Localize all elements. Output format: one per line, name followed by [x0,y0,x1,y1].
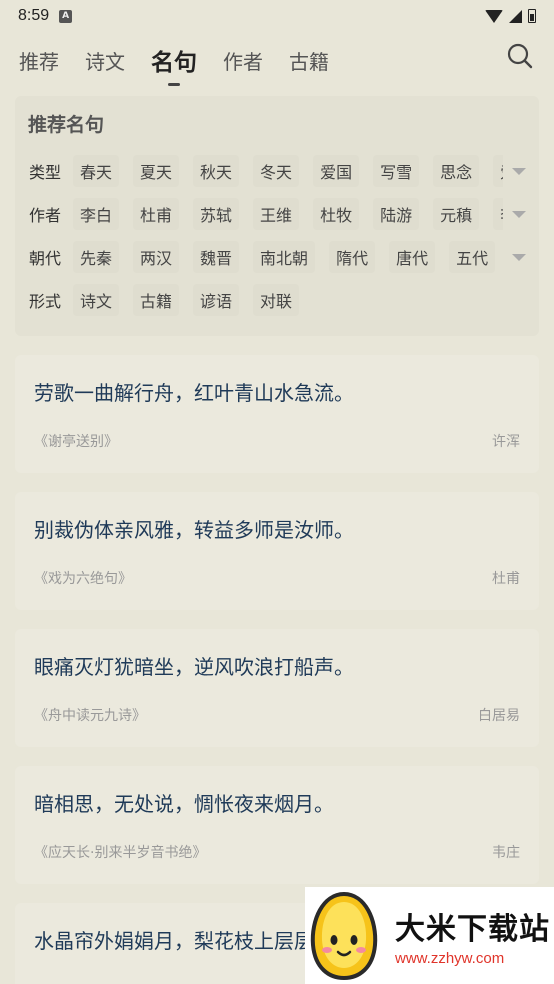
filter-chip[interactable]: 秋天 [193,155,240,187]
filter-chip[interactable]: 爱国 [313,155,360,187]
rice-mascot-logo [310,891,378,980]
quote-text: 暗相思，无处说，惆怅夜来烟月。 [34,792,334,816]
filter-chip[interactable]: 唐代 [389,241,436,273]
battery-icon [528,9,536,23]
filter-chip[interactable]: 爱 [493,155,503,187]
watermark-title: 大米下载站 [395,912,550,947]
filter-chip[interactable]: 思念 [433,155,480,187]
filter-chip[interactable]: 古籍 [133,284,180,316]
signal-icon [509,9,522,23]
tab-recommend[interactable]: 推荐 [19,46,59,75]
filter-row-type: 类型 春天 夏天 秋天 冬天 爱国 写雪 思念 爱 [15,155,539,187]
filter-chip[interactable]: 冬天 [253,155,300,187]
quote-author: 白居易 [478,708,520,724]
filter-chip[interactable]: 隋代 [329,241,376,273]
filter-chip[interactable]: 两汉 [133,241,180,273]
tab-poems[interactable]: 诗文 [85,46,125,75]
filter-chip[interactable]: 诗文 [73,284,120,316]
top-tab-bar: 推荐 诗文 名句 作者 古籍 [0,36,554,84]
quote-text: 别裁伪体亲风雅，转益多师是汝师。 [34,518,354,542]
filter-chip[interactable]: 春天 [73,155,120,187]
tab-famous-lines[interactable]: 名句 [151,43,197,77]
quote-source: 《戏为六绝句》 [34,571,132,587]
filter-chip[interactable]: 元稹 [433,198,480,230]
quote-card[interactable]: 暗相思，无处说，惆怅夜来烟月。 《应天长·别来半岁音书绝》 韦庄 [15,766,539,884]
quote-text: 劳歌一曲解行舟，红叶青山水急流。 [34,381,354,405]
filter-label: 类型 [29,163,62,182]
quote-card[interactable]: 眼痛灭灯犹暗坐，逆风吹浪打船声。 《舟中读元九诗》 白居易 [15,629,539,747]
filter-chip[interactable]: 对联 [253,284,300,316]
quote-author: 韦庄 [492,845,520,861]
filter-label: 作者 [29,206,62,225]
watermark-url: www.zzhyw.com [395,950,505,967]
expand-caret-icon[interactable] [512,168,526,175]
filter-chips: 李白 杜甫 苏轼 王维 杜牧 陆游 元稹 李 [73,198,503,230]
quote-source: 《谢亭送别》 [34,434,118,450]
watermark-overlay: 大米下载站 www.zzhyw.com [305,887,554,984]
status-icons [485,9,536,23]
filter-row-form: 形式 诗文 古籍 谚语 对联 [15,284,539,316]
quote-text: 眼痛灭灯犹暗坐，逆风吹浪打船声。 [34,655,354,679]
filter-chip[interactable]: 五代 [449,241,496,273]
filter-chip[interactable]: 李 [493,198,503,230]
tab-classics[interactable]: 古籍 [289,46,329,75]
filter-chip[interactable]: 杜甫 [133,198,180,230]
quote-card[interactable]: 别裁伪体亲风雅，转益多师是汝师。 《戏为六绝句》 杜甫 [15,492,539,610]
status-bar: 8:59 A [0,0,554,32]
filter-chips: 春天 夏天 秋天 冬天 爱国 写雪 思念 爱 [73,155,503,187]
filter-row-author: 作者 李白 杜甫 苏轼 王维 杜牧 陆游 元稹 李 [15,198,539,230]
filter-chips: 先秦 两汉 魏晋 南北朝 隋代 唐代 五代 [73,241,503,273]
filter-chip[interactable]: 写雪 [373,155,420,187]
quote-source: 《舟中读元九诗》 [34,708,146,724]
status-time: 8:59 [18,7,50,24]
quote-source: 《应天长·别来半岁音书绝》 [34,845,207,861]
filter-chip[interactable]: 谚语 [193,284,240,316]
filter-label: 朝代 [29,249,62,268]
filter-chip[interactable]: 先秦 [73,241,120,273]
quote-author: 许浑 [492,434,520,450]
search-icon[interactable] [506,42,534,70]
watermark-text: 大米下载站 www.zzhyw.com [395,904,550,967]
filter-chip[interactable]: 李白 [73,198,120,230]
filter-chip[interactable]: 陆游 [373,198,420,230]
filter-chip[interactable]: 王维 [253,198,300,230]
filter-panel: 推荐名句 类型 春天 夏天 秋天 冬天 爱国 写雪 思念 爱 作者 李白 杜甫 … [15,96,539,336]
notification-badge-icon: A [59,9,73,23]
filter-chip[interactable]: 夏天 [133,155,180,187]
filter-chip[interactable]: 魏晋 [193,241,240,273]
quote-card[interactable]: 劳歌一曲解行舟，红叶青山水急流。 《谢亭送别》 许浑 [15,355,539,473]
tab-authors[interactable]: 作者 [223,46,263,75]
filter-label: 形式 [29,292,62,311]
expand-caret-icon[interactable] [512,254,526,261]
expand-caret-icon[interactable] [512,211,526,218]
wifi-icon [485,9,503,23]
filter-chip[interactable]: 南北朝 [253,241,316,273]
filter-row-dynasty: 朝代 先秦 两汉 魏晋 南北朝 隋代 唐代 五代 [15,241,539,273]
filter-chip[interactable]: 苏轼 [193,198,240,230]
filter-chips: 诗文 古籍 谚语 对联 [73,284,503,316]
filter-chip[interactable]: 杜牧 [313,198,360,230]
quote-author: 杜甫 [492,571,520,587]
filter-title: 推荐名句 [28,114,105,136]
